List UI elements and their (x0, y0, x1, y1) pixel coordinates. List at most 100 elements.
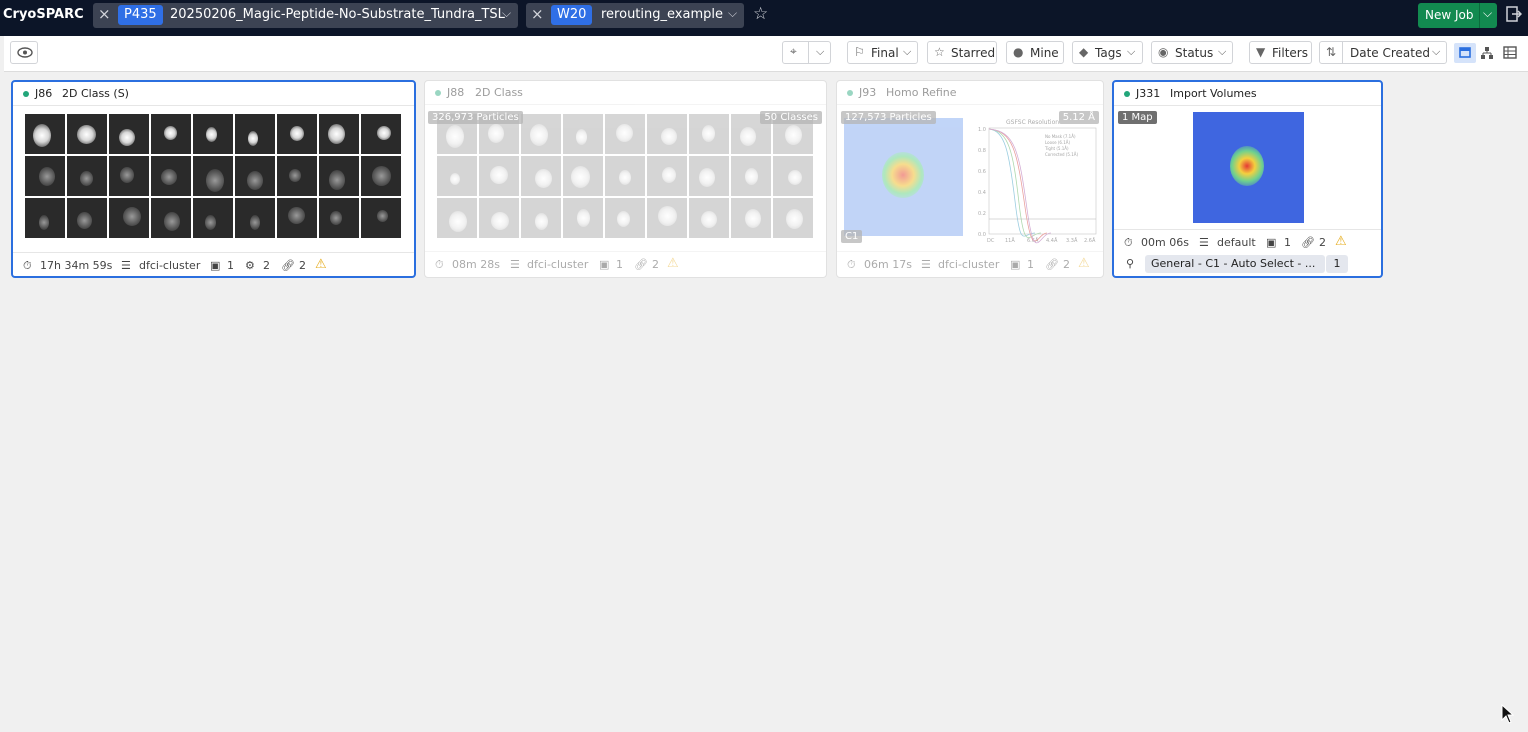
job-lane: dfci-cluster (527, 258, 589, 271)
particle-blob (698, 168, 715, 188)
close-tab-icon[interactable]: × (98, 5, 111, 23)
table-view-button[interactable] (1499, 43, 1521, 63)
class-average-thumbnail (319, 156, 359, 196)
particle-count-badge: 127,573 Particles (841, 111, 936, 124)
job-card-j88[interactable]: J88 2D Class 326,973 Particles 50 Classe… (424, 80, 827, 278)
status-filter-button[interactable]: ◉ Status ⌵ (1151, 41, 1233, 64)
logout-icon[interactable] (1506, 6, 1523, 25)
job-params-count: 1 (1284, 236, 1291, 249)
particle-blob (740, 127, 757, 147)
fsc-ytick: 0.6 (978, 169, 986, 175)
mouse-cursor-icon (1501, 704, 1515, 724)
particle-blob (660, 128, 677, 146)
particle-blob (445, 125, 464, 149)
new-job-button[interactable]: New Job ⌵ (1418, 3, 1497, 28)
warning-icon[interactable]: ⚠ (315, 257, 327, 272)
chip-icon: ▣ (599, 258, 610, 271)
class-average-thumbnail (689, 156, 729, 196)
job-params-count: 1 (227, 259, 234, 272)
card-footer: ⏱ 06m 17s ☰ dfci-cluster ▣ 1 🔗︎ 2 ⚠ (837, 251, 1103, 277)
status-dot (1124, 91, 1130, 97)
particle-blob (76, 124, 96, 144)
visibility-button[interactable] (10, 41, 38, 64)
link-icon: 🔗︎ (1301, 236, 1315, 249)
warning-icon[interactable]: ⚠ (1078, 256, 1090, 271)
fsc-plot: GSFSC Resolution 1.0 0.8 0.6 0.4 0.2 0.0… (978, 119, 1097, 244)
new-job-label[interactable]: New Job (1425, 8, 1474, 22)
final-filter-button[interactable]: ⚐ Final ⌵ (847, 41, 918, 64)
class-average-thumbnail (67, 114, 107, 154)
chevron-down-icon[interactable]: ⌵ (1483, 6, 1492, 21)
class-average-thumbnail (521, 114, 561, 154)
close-tab-icon[interactable]: × (531, 5, 544, 23)
class-average-thumbnail (361, 156, 401, 196)
chevron-down-icon: ⌵ (1218, 45, 1227, 58)
particle-blob (161, 169, 178, 186)
volume-preview (1193, 112, 1304, 223)
class-average-thumbnail (277, 114, 317, 154)
fsc-xtick: 4.4Å (1046, 237, 1058, 244)
tree-view-button[interactable] (1476, 43, 1498, 63)
class-average-thumbnail (437, 156, 477, 196)
class-average-thumbnail (151, 156, 191, 196)
class-average-thumbnail (193, 198, 233, 238)
particle-blob (577, 208, 591, 227)
particle-blob (701, 125, 715, 143)
chevron-down-icon: ⌵ (903, 45, 912, 58)
warning-icon[interactable]: ⚠ (667, 256, 679, 271)
locate-button[interactable]: ⌖ ⌵ (782, 41, 831, 64)
chevron-down-icon[interactable]: ⌵ (728, 6, 737, 21)
class-average-thumbnail (605, 156, 645, 196)
job-card-j93[interactable]: J93 Homo Refine 127,573 Particles 5.12 Å… (836, 80, 1104, 278)
class-average-thumbnail (361, 198, 401, 238)
workflow-tag[interactable]: General - C1 - Auto Select - ... (1145, 255, 1325, 273)
mine-filter-button[interactable]: ● Mine (1006, 41, 1064, 64)
star-icon[interactable]: ☆ (753, 4, 768, 24)
sort-button[interactable]: ⇅ Date Created ⌵ (1319, 41, 1447, 64)
class-average-thumbnail (25, 114, 65, 154)
class-average-thumbnail (689, 114, 729, 154)
stopwatch-icon: ⏱ (1124, 236, 1133, 249)
particle-blob (33, 124, 52, 148)
card-footer: ⏱ 00m 06s ☰ default ▣ 1 🔗︎ 2 ⚠ ⚲ General… (1114, 229, 1381, 276)
chevron-down-icon[interactable]: ⌵ (502, 6, 511, 21)
tags-filter-button[interactable]: ◆ Tags ⌵ (1072, 41, 1143, 64)
gear-icon: ⚙ (245, 259, 255, 272)
eye-icon (17, 47, 33, 58)
table-view-icon (1503, 46, 1517, 59)
server-icon: ☰ (510, 258, 520, 271)
job-card-j86[interactable]: J86 2D Class (S) ⏱ 17h 34m 59s ☰ dfci-cl… (11, 80, 416, 278)
workspace-tab[interactable]: × W20 rerouting_example ⌵ (526, 3, 744, 28)
warning-icon[interactable]: ⚠ (1335, 234, 1347, 249)
chip-icon: ▣ (1266, 236, 1277, 249)
card-view-button[interactable] (1454, 43, 1476, 63)
class-average-thumbnail (563, 198, 603, 238)
job-id: J93 (859, 86, 877, 99)
job-card-j331[interactable]: J331 Import Volumes 1 Map ⏱ 00m 06s ☰ de… (1112, 80, 1383, 278)
starred-filter-button[interactable]: ☆ Starred (927, 41, 997, 64)
chevron-down-icon: ⌵ (1432, 45, 1441, 58)
particle-count-badge: 326,973 Particles (428, 111, 523, 124)
job-runtime: 06m 17s (864, 258, 912, 271)
particle-blob (249, 214, 260, 230)
class-average-thumbnail (479, 198, 519, 238)
fsc-xtick: 11Å (1005, 237, 1015, 244)
density-blob (1230, 146, 1264, 186)
link-icon: 🔗︎ (1045, 258, 1059, 271)
class-average-thumbnail (479, 156, 519, 196)
chevron-down-icon[interactable]: ⌵ (816, 45, 824, 59)
link-icon: 🔗︎ (634, 258, 648, 271)
chip-icon: ▣ (210, 259, 221, 272)
fsc-legend-item: Loose (6.1Å) (1045, 140, 1071, 145)
filters-button[interactable]: ▼ Filters (1249, 41, 1312, 64)
tag-icon: ◆ (1079, 45, 1089, 59)
tree-view-icon (1481, 47, 1493, 59)
project-tab[interactable]: × P435 20250206_Magic-Peptide-No-Substra… (93, 3, 518, 28)
class-average-thumbnail (109, 198, 149, 238)
job-runtime: 08m 28s (452, 258, 500, 271)
particle-blob (288, 169, 301, 183)
job-id: J86 (35, 87, 53, 100)
class-average-thumbnail (319, 114, 359, 154)
card-header: J331 Import Volumes (1114, 82, 1381, 106)
card-body: 326,973 Particles 50 Classes (425, 106, 826, 250)
